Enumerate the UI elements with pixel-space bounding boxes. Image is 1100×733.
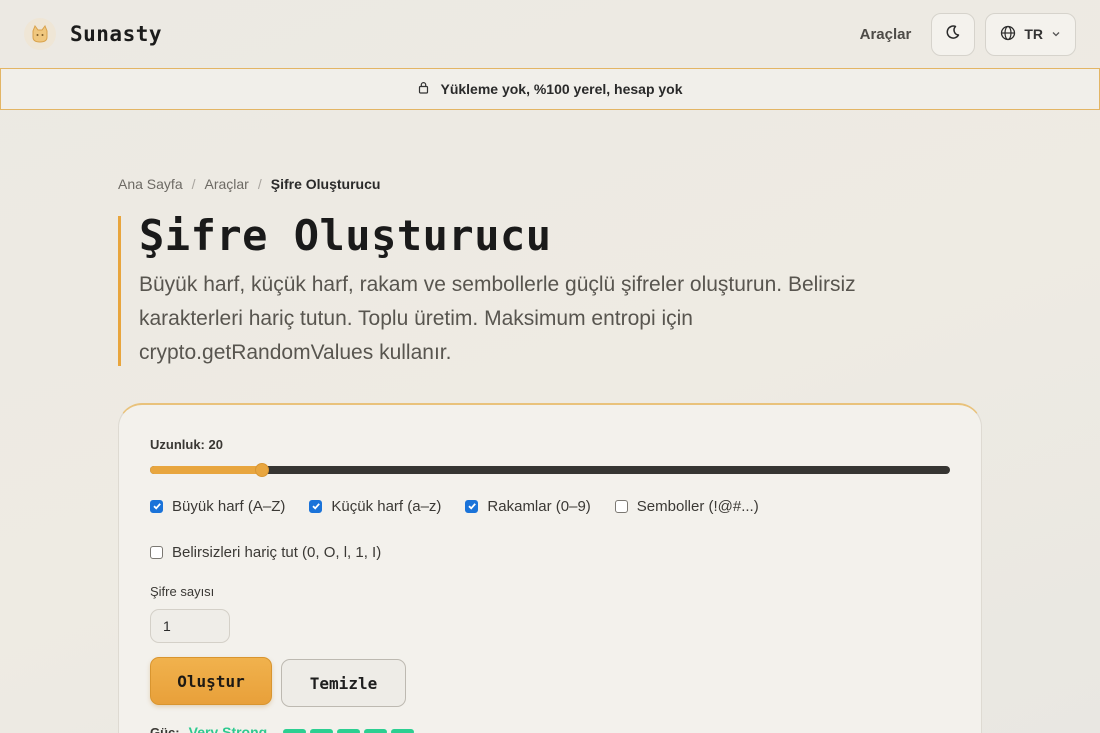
language-select[interactable]: TR [985, 12, 1076, 56]
option-digits[interactable]: Rakamlar (0–9) [465, 497, 591, 515]
breadcrumb-home[interactable]: Ana Sayfa [118, 176, 183, 192]
password-count-input[interactable] [150, 609, 230, 643]
theme-toggle-button[interactable] [931, 12, 976, 56]
option-label: Rakamlar (0–9) [487, 497, 591, 515]
option-lowercase[interactable]: Küçük harf (a–z) [309, 497, 442, 515]
strength-bars [283, 729, 415, 733]
generator-card: Uzunluk: 20 Büyük harf (A–Z) Küçük harf … [118, 403, 982, 733]
character-options: Büyük harf (A–Z) Küçük harf (a–z) Rakaml… [150, 497, 950, 561]
breadcrumb: Ana Sayfa / Araçlar / Şifre Oluşturucu [118, 176, 380, 192]
strength-bar [391, 729, 415, 733]
page-hero: Şifre Oluşturucu Büyük harf, küçük harf,… [118, 211, 918, 366]
top-header: Sunasty Araçlar TR [0, 0, 1100, 68]
option-label: Küçük harf (a–z) [331, 497, 442, 515]
count-label: Şifre sayısı [150, 584, 215, 599]
strength-bar [283, 729, 307, 733]
globe-icon [1000, 25, 1016, 44]
check-icon [312, 503, 320, 510]
page-title: Şifre Oluşturucu [139, 211, 552, 260]
check-icon [152, 503, 161, 510]
symbols-checkbox[interactable] [614, 499, 628, 513]
chevron-down-icon [1051, 26, 1061, 42]
brand-name: Sunasty [70, 22, 163, 46]
action-buttons: Oluştur Temizle [150, 657, 950, 707]
lock-icon [417, 81, 430, 97]
length-slider[interactable] [150, 463, 950, 477]
header-actions: Araçlar TR [860, 12, 1076, 56]
breadcrumb-tools[interactable]: Araçlar [205, 176, 249, 192]
breadcrumb-current: Şifre Oluşturucu [270, 176, 381, 192]
cat-logo-icon [24, 18, 56, 50]
moon-icon [945, 24, 961, 45]
digits-checkbox[interactable] [465, 499, 479, 513]
strength-value: Very Strong [188, 724, 268, 733]
privacy-banner: Yükleme yok, %100 yerel, hesap yok [0, 68, 1100, 110]
strength-bar [337, 729, 361, 733]
option-label: Belirsizleri hariç tut (0, O, l, 1, I) [172, 543, 382, 561]
breadcrumb-separator: / [257, 176, 262, 192]
strength-bar [310, 729, 334, 733]
slider-track[interactable] [150, 466, 950, 474]
length-label: Uzunluk: 20 [150, 437, 223, 452]
slider-handle[interactable] [255, 463, 269, 477]
brand[interactable]: Sunasty [24, 18, 162, 50]
option-symbols[interactable]: Semboller (!@#...) [614, 497, 759, 515]
page-description: Büyük harf, küçük harf, rakam ve semboll… [139, 273, 856, 364]
banner-text: Yükleme yok, %100 yerel, hesap yok [440, 81, 683, 97]
strength-label: Güç: [150, 724, 180, 733]
lowercase-checkbox[interactable] [309, 499, 323, 513]
slider-fill [150, 466, 262, 474]
generate-button[interactable]: Oluştur [150, 657, 272, 705]
language-code: TR [1024, 26, 1043, 42]
option-label: Büyük harf (A–Z) [172, 497, 286, 515]
strength-indicator: Güç: Very Strong [150, 724, 950, 733]
option-exclude-ambiguous[interactable]: Belirsizleri hariç tut (0, O, l, 1, I) [150, 543, 382, 561]
strength-bar [364, 729, 388, 733]
option-uppercase[interactable]: Büyük harf (A–Z) [150, 497, 286, 515]
exclude-ambiguous-checkbox[interactable] [150, 545, 163, 559]
check-icon [468, 503, 476, 510]
clear-button[interactable]: Temizle [281, 659, 406, 707]
nav-link-tools[interactable]: Araçlar [860, 26, 912, 43]
breadcrumb-separator: / [191, 176, 196, 192]
option-label: Semboller (!@#...) [636, 497, 759, 515]
uppercase-checkbox[interactable] [150, 499, 163, 513]
